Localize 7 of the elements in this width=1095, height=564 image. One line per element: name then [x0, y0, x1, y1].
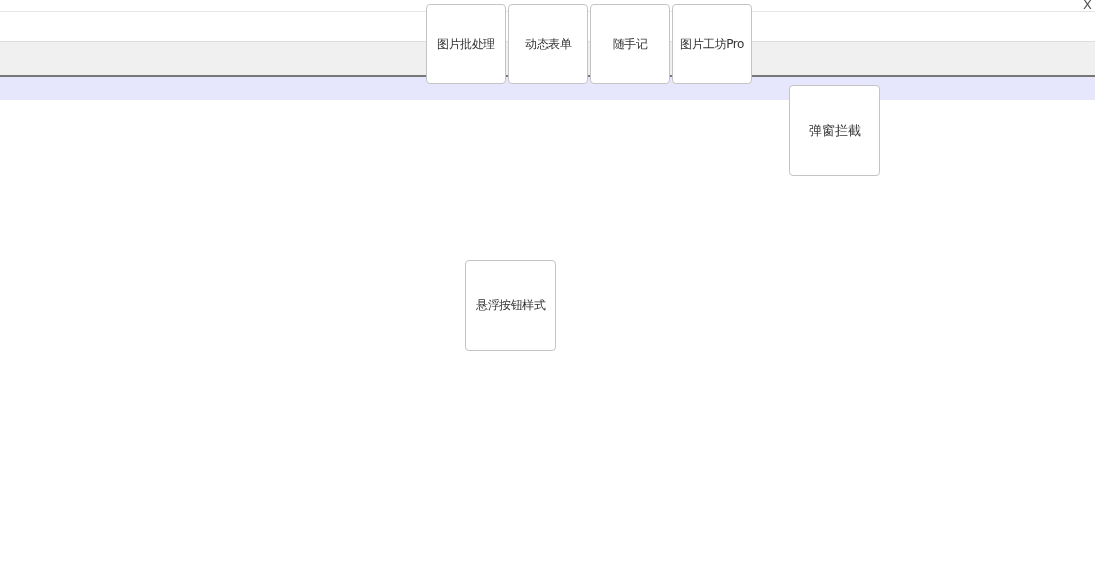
tool-button[interactable]: 图片批处理 [426, 4, 506, 84]
popup-block-button[interactable]: 弹窗拦截 [789, 85, 880, 176]
hover-style-button[interactable]: 悬浮按钮样式 [465, 260, 556, 351]
close-mark[interactable]: X [1083, 0, 1092, 11]
tool-button[interactable]: 随手记 [590, 4, 670, 84]
tool-button[interactable]: 图片工坊Pro [672, 4, 752, 84]
tool-button[interactable]: 动态表单 [508, 4, 588, 84]
